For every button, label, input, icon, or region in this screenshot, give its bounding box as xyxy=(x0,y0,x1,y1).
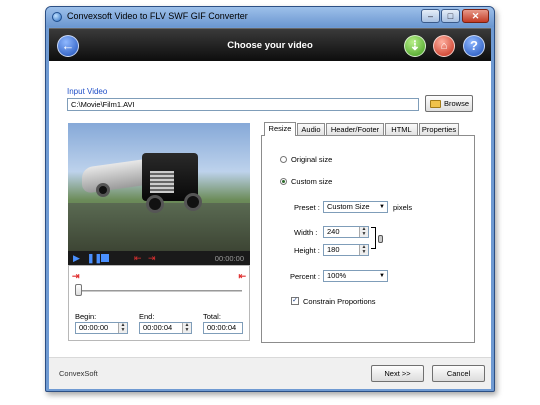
link-icon[interactable] xyxy=(378,235,383,243)
spinner-icon[interactable]: ▲ ▼ xyxy=(182,323,191,333)
stop-icon[interactable] xyxy=(101,254,109,262)
folder-icon xyxy=(430,100,441,108)
position-slider-track[interactable] xyxy=(76,290,242,292)
constrain-label: Constrain Proportions xyxy=(303,297,376,306)
total-label: Total: xyxy=(203,312,221,321)
width-field[interactable]: 240 ▲ ▼ xyxy=(323,226,369,238)
custom-size-radio[interactable] xyxy=(280,178,287,185)
spinner-icon[interactable]: ▲ ▼ xyxy=(359,245,368,255)
aspect-link-bracket xyxy=(371,227,376,249)
resize-panel: Original size Custom size Preset : Custo… xyxy=(261,135,475,343)
height-value: 180 xyxy=(327,245,340,254)
close-button[interactable]: ✕ xyxy=(462,9,489,23)
main-content: Input Video C:\Movie\Film1.AVI Browse ▶ … xyxy=(49,61,491,357)
title-bar[interactable]: Convexsoft Video to FLV SWF GIF Converte… xyxy=(46,7,494,27)
footer-bar: ConvexSoft Next >> Cancel xyxy=(49,357,491,389)
pause-icon[interactable]: ❚❚ xyxy=(87,253,102,263)
brand-label: ConvexSoft xyxy=(59,369,98,378)
home-icon[interactable]: ⌂ xyxy=(433,35,455,57)
tab-audio[interactable]: Audio xyxy=(297,123,325,135)
input-video-field[interactable]: C:\Movie\Film1.AVI xyxy=(67,98,419,111)
trim-panel: ⇥ ⇤ Begin: 00:00:00 ▲ ▼ End: 00:00:04 ▲ ▼ … xyxy=(68,265,250,341)
cancel-button[interactable]: Cancel xyxy=(432,365,485,382)
width-value: 240 xyxy=(327,227,340,236)
original-size-radio[interactable] xyxy=(280,156,287,163)
wheel-image xyxy=(146,195,164,213)
spinner-icon[interactable]: ▲ ▼ xyxy=(118,323,127,333)
minimize-button[interactable]: – xyxy=(421,9,440,23)
custom-size-label: Custom size xyxy=(291,177,333,186)
height-field[interactable]: 180 ▲ ▼ xyxy=(323,244,369,256)
preset-label: Preset : xyxy=(294,203,320,212)
width-label: Width : xyxy=(294,228,318,237)
tab-properties[interactable]: Properties xyxy=(419,123,459,135)
chevron-down-icon: ▼ xyxy=(379,204,385,210)
truck-grille-image xyxy=(150,171,174,193)
preset-select[interactable]: Custom Size ▼ xyxy=(323,201,388,213)
settings-tabs: Resize Audio Header/Footer HTML Properti… xyxy=(264,122,474,136)
mark-in-icon[interactable]: ⇤ xyxy=(134,253,142,263)
start-marker-icon[interactable]: ⇥ xyxy=(72,271,80,282)
tab-html[interactable]: HTML xyxy=(385,123,418,135)
total-time-field: 00:00:04 xyxy=(203,322,243,334)
position-slider-thumb[interactable] xyxy=(75,284,82,296)
end-marker-icon[interactable]: ⇤ xyxy=(238,271,246,282)
end-time-field[interactable]: 00:00:04 ▲ ▼ xyxy=(139,322,192,334)
app-logo-icon xyxy=(52,12,62,22)
begin-time-field[interactable]: 00:00:00 ▲ ▼ xyxy=(75,322,128,334)
maximize-button[interactable]: □ xyxy=(441,9,460,23)
header-bar: ← Choose your video ⇣ ⌂ ? xyxy=(49,28,491,61)
pixels-label: pixels xyxy=(393,203,413,212)
begin-time-value: 00:00:00 xyxy=(79,323,109,332)
percent-label: Percent : xyxy=(290,272,321,281)
chevron-down-icon: ▼ xyxy=(379,273,385,279)
percent-select[interactable]: 100% ▼ xyxy=(323,270,388,282)
percent-value: 100% xyxy=(327,271,347,280)
preset-value: Custom Size xyxy=(327,202,370,211)
help-icon[interactable]: ? xyxy=(463,35,485,57)
end-time-value: 00:00:04 xyxy=(143,323,173,332)
next-button[interactable]: Next >> xyxy=(371,365,424,382)
window-title: Convexsoft Video to FLV SWF GIF Converte… xyxy=(67,11,248,21)
mark-out-icon[interactable]: ⇥ xyxy=(148,253,156,263)
download-icon[interactable]: ⇣ xyxy=(404,35,426,57)
total-time-value: 00:00:04 xyxy=(207,323,237,332)
play-icon[interactable]: ▶ xyxy=(73,253,80,263)
browse-label: Browse xyxy=(444,99,470,108)
app-window: Convexsoft Video to FLV SWF GIF Converte… xyxy=(45,6,495,392)
end-label: End: xyxy=(139,312,155,321)
input-video-label: Input Video xyxy=(67,87,108,96)
player-controls: ▶ ❚❚ ⇤ ⇥ 00:00:00 xyxy=(68,251,250,265)
height-label: Height : xyxy=(294,246,320,255)
video-preview xyxy=(68,123,250,251)
constrain-checkbox[interactable]: ✓ xyxy=(291,297,299,305)
tab-resize[interactable]: Resize xyxy=(264,122,296,136)
spinner-icon[interactable]: ▲ ▼ xyxy=(359,227,368,237)
begin-label: Begin: xyxy=(75,312,97,321)
browse-button[interactable]: Browse xyxy=(425,95,473,112)
time-display: 00:00:00 xyxy=(214,254,244,263)
original-size-label: Original size xyxy=(291,155,333,164)
tab-header-footer[interactable]: Header/Footer xyxy=(326,123,384,135)
wheel-image xyxy=(96,183,110,197)
wheel-image xyxy=(184,193,202,211)
